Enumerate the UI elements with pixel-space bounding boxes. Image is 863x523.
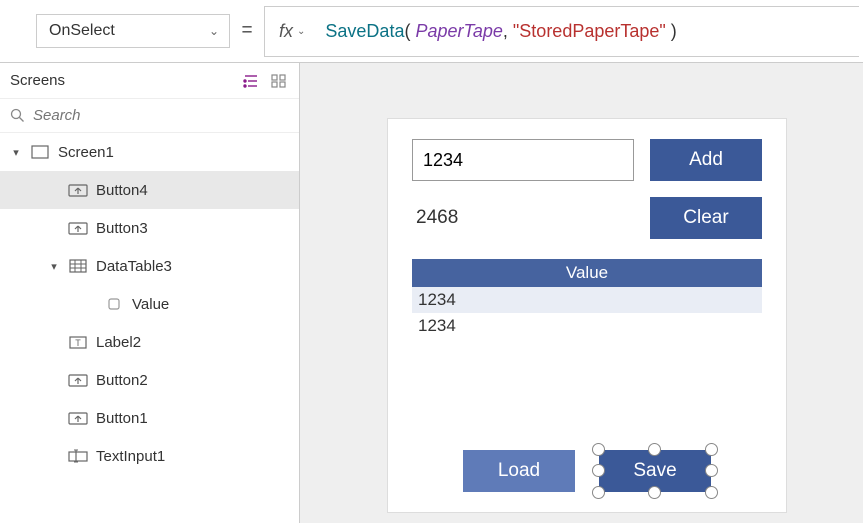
search-row xyxy=(0,99,299,133)
search-input[interactable] xyxy=(33,107,289,124)
tree-item-textinput1[interactable]: TextInput1 xyxy=(0,437,299,475)
selected-control[interactable]: Save xyxy=(599,450,711,492)
tree-item-label: Value xyxy=(132,296,169,313)
tree-item-datatable3[interactable]: ▾ DataTable3 xyxy=(0,247,299,285)
tree-item-label: Label2 xyxy=(96,334,141,351)
tree-item-value[interactable]: Value xyxy=(0,285,299,323)
svg-text:T: T xyxy=(75,338,81,348)
fx-icon[interactable]: fx ⌄ xyxy=(279,21,305,42)
resize-handle[interactable] xyxy=(648,443,661,456)
number-input[interactable] xyxy=(412,139,634,181)
resize-handle[interactable] xyxy=(592,464,605,477)
property-name: OnSelect xyxy=(49,22,115,40)
clear-button[interactable]: Clear xyxy=(650,197,762,239)
app-screen: Add 2468 Clear Value 12341234 Load Save xyxy=(387,118,787,513)
formula-bar: OnSelect ⌄ = fx ⌄ SaveData( PaperTape, "… xyxy=(0,0,863,63)
column-icon xyxy=(104,296,124,312)
load-button[interactable]: Load xyxy=(463,450,575,492)
tree-view-panel: Screens ▾ Screen1 Button4 Button3 ▾ DataTable… xyxy=(0,63,300,523)
resize-handle[interactable] xyxy=(648,486,661,499)
resize-handle[interactable] xyxy=(592,486,605,499)
screen-icon xyxy=(30,144,50,160)
datatable-header[interactable]: Value xyxy=(412,259,762,287)
equals-label: = xyxy=(230,20,264,42)
tree-item-screen1[interactable]: ▾ Screen1 xyxy=(0,133,299,171)
resize-handle[interactable] xyxy=(705,486,718,499)
textinput-icon xyxy=(68,448,88,464)
chevron-down-icon: ⌄ xyxy=(209,24,219,38)
tree-item-label: Button4 xyxy=(96,182,148,199)
formula-text: SaveData( PaperTape, "StoredPaperTape" ) xyxy=(325,21,676,42)
tree-item-label: Button2 xyxy=(96,372,148,389)
tree-item-label: DataTable3 xyxy=(96,258,172,275)
tree-item-button3[interactable]: Button3 xyxy=(0,209,299,247)
resize-handle[interactable] xyxy=(705,443,718,456)
add-button[interactable]: Add xyxy=(650,139,762,181)
canvas[interactable]: Add 2468 Clear Value 12341234 Load Save xyxy=(300,63,863,523)
search-icon xyxy=(10,108,25,123)
table-row[interactable]: 1234 xyxy=(412,287,762,313)
thumbnail-view-icon[interactable] xyxy=(271,74,287,88)
tree-item-button1[interactable]: Button1 xyxy=(0,399,299,437)
tree-item-button2[interactable]: Button2 xyxy=(0,361,299,399)
table-row[interactable]: 1234 xyxy=(412,313,762,339)
tree-outline-icon[interactable] xyxy=(243,74,259,88)
tree-item-label2[interactable]: T Label2 xyxy=(0,323,299,361)
property-dropdown[interactable]: OnSelect ⌄ xyxy=(36,14,230,48)
screens-tree: ▾ Screen1 Button4 Button3 ▾ DataTable3 Value T L… xyxy=(0,133,299,523)
tree-item-label: Button3 xyxy=(96,220,148,237)
caret-icon[interactable]: ▾ xyxy=(48,260,60,273)
result-label: 2468 xyxy=(412,207,458,229)
tree-item-button4[interactable]: Button4 xyxy=(0,171,299,209)
button-icon xyxy=(68,182,88,198)
tree-item-label: Screen1 xyxy=(58,144,114,161)
caret-icon[interactable]: ▾ xyxy=(10,146,22,159)
data-table[interactable]: Value 12341234 xyxy=(412,259,762,339)
resize-handle[interactable] xyxy=(705,464,718,477)
formula-input[interactable]: fx ⌄ SaveData( PaperTape, "StoredPaperTa… xyxy=(264,6,859,57)
resize-handle[interactable] xyxy=(592,443,605,456)
tree-item-label: Button1 xyxy=(96,410,148,427)
button-icon xyxy=(68,410,88,426)
panel-title: Screens xyxy=(10,72,65,89)
label-icon: T xyxy=(68,334,88,350)
tree-item-label: TextInput1 xyxy=(96,448,165,465)
datatable-icon xyxy=(68,258,88,274)
button-icon xyxy=(68,372,88,388)
chevron-down-icon: ⌄ xyxy=(297,26,305,37)
button-icon xyxy=(68,220,88,236)
